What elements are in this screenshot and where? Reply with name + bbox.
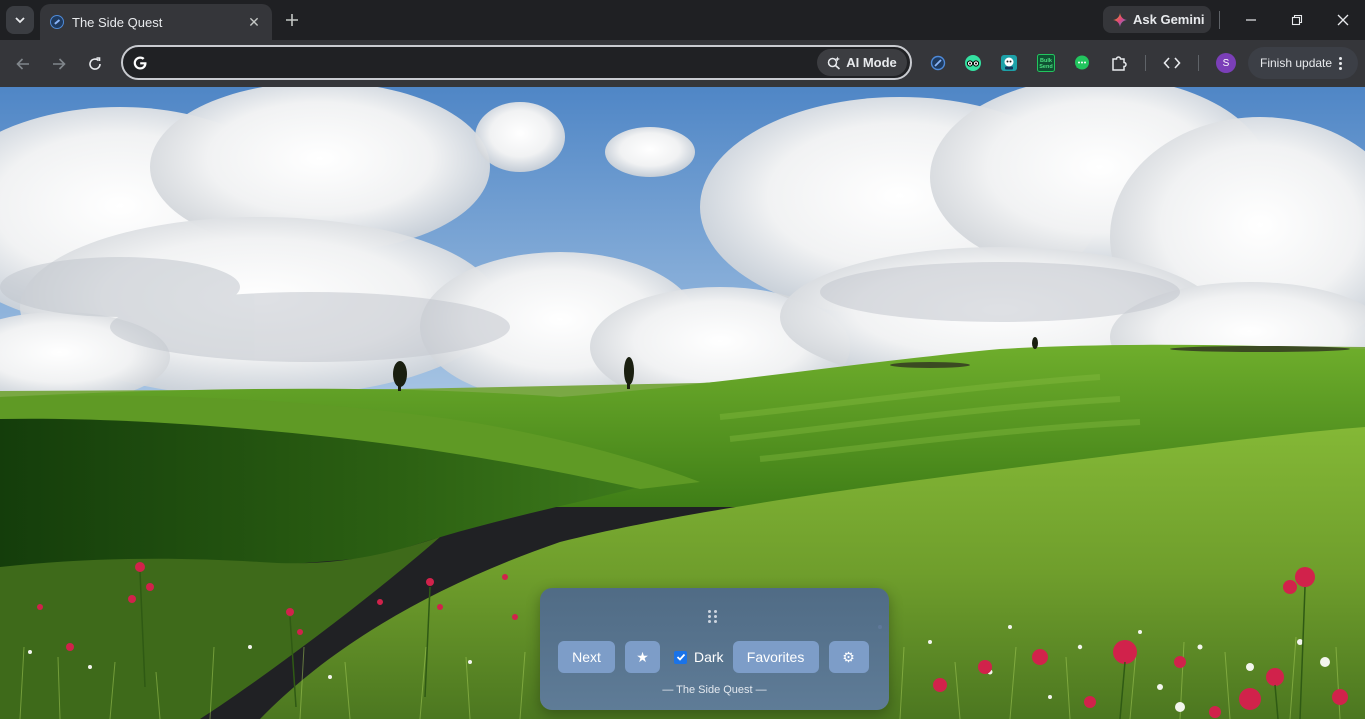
arrow-left-icon xyxy=(16,58,29,70)
tab-search-button[interactable] xyxy=(6,6,34,34)
compass-favicon-icon xyxy=(50,15,64,29)
divider xyxy=(1145,55,1146,71)
favorites-button[interactable]: Favorites xyxy=(732,641,819,673)
reload-icon xyxy=(89,57,101,70)
drag-handle-icon[interactable] xyxy=(708,610,720,623)
close-window-button[interactable] xyxy=(1329,6,1357,34)
minimize-icon xyxy=(1246,19,1256,21)
browser-toolbar: AI Mode Bulk Send S Finish update xyxy=(0,40,1365,87)
divider xyxy=(1198,55,1199,71)
minimize-button[interactable] xyxy=(1237,6,1265,34)
ask-gemini-button[interactable]: Ask Gemini xyxy=(1103,6,1211,33)
favorite-star-button[interactable]: ★ xyxy=(625,641,660,673)
bulk-send-extension-icon[interactable]: Bulk Send xyxy=(1036,53,1056,73)
reload-button[interactable] xyxy=(81,50,109,78)
next-button[interactable]: Next xyxy=(558,641,615,673)
restore-icon xyxy=(1291,14,1303,26)
gemini-sparkle-icon xyxy=(1113,12,1127,27)
back-button[interactable] xyxy=(9,50,37,78)
tab-strip: The Side Quest ✕ Ask Gemini xyxy=(0,0,1365,40)
google-g-icon xyxy=(131,54,149,72)
new-tab-button[interactable] xyxy=(280,8,304,32)
divider xyxy=(1219,11,1220,29)
checkmark-icon xyxy=(676,653,685,661)
address-bar[interactable]: AI Mode xyxy=(121,45,912,80)
panel-footer-text: — The Side Quest — xyxy=(662,684,767,696)
panel-controls: Next ★ Dark Favorites ⚙ xyxy=(558,641,869,673)
send-label: Send xyxy=(1039,64,1052,70)
tab-active[interactable]: The Side Quest ✕ xyxy=(40,4,272,40)
gear-icon: ⚙ xyxy=(842,648,855,665)
dark-mode-checkbox[interactable] xyxy=(674,650,687,664)
plus-icon xyxy=(286,14,298,26)
close-icon xyxy=(1337,14,1349,26)
page-viewport: Next ★ Dark Favorites ⚙ — The Side Quest… xyxy=(0,87,1365,719)
tripadvisor-extension-icon[interactable] xyxy=(963,53,983,73)
devtools-code-button[interactable] xyxy=(1161,52,1183,74)
arrow-right-icon xyxy=(53,58,66,70)
chat-extension-icon[interactable] xyxy=(1072,53,1092,73)
extensions-puzzle-icon[interactable] xyxy=(1109,53,1129,73)
settings-button[interactable]: ⚙ xyxy=(828,641,869,673)
kebab-menu-icon xyxy=(1339,56,1343,70)
compass-extension-icon[interactable] xyxy=(928,53,948,73)
finish-update-label: Finish update xyxy=(1260,56,1333,70)
quest-control-panel: Next ★ Dark Favorites ⚙ — The Side Quest… xyxy=(540,588,889,710)
puzzle-character-extension-icon[interactable] xyxy=(999,53,1019,73)
tab-title: The Side Quest xyxy=(72,14,163,30)
chevron-down-icon xyxy=(15,17,25,24)
star-icon: ★ xyxy=(636,648,649,665)
dark-mode-label: Dark xyxy=(694,649,724,665)
finish-update-button[interactable]: Finish update xyxy=(1248,47,1358,79)
forward-button[interactable] xyxy=(45,50,73,78)
address-input[interactable] xyxy=(159,54,817,71)
code-icon xyxy=(1163,57,1181,69)
ai-search-icon xyxy=(827,56,841,70)
close-tab-icon[interactable]: ✕ xyxy=(244,12,264,32)
ai-mode-button[interactable]: AI Mode xyxy=(817,49,907,76)
profile-avatar[interactable]: S xyxy=(1216,53,1236,73)
restore-button[interactable] xyxy=(1283,6,1311,34)
dark-mode-toggle[interactable]: Dark xyxy=(674,649,724,665)
ai-mode-label: AI Mode xyxy=(846,55,897,70)
ask-gemini-label: Ask Gemini xyxy=(1133,12,1205,27)
